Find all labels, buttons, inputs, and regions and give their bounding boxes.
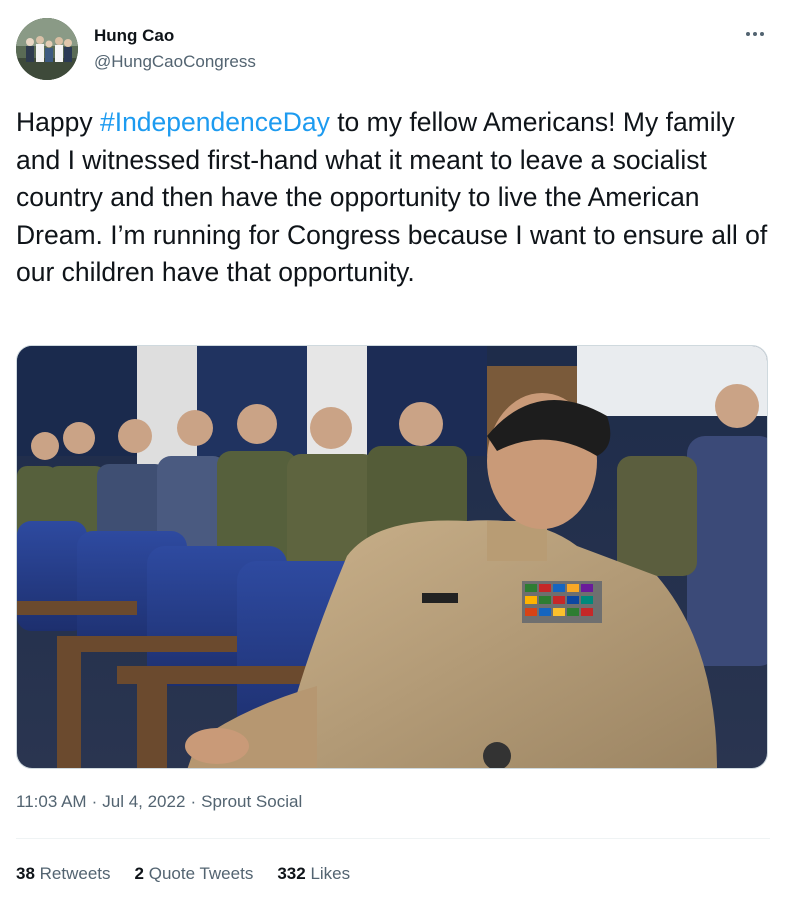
- likes-count: 332: [277, 864, 306, 883]
- tweet-meta: 11:03 AM · Jul 4, 2022 · Sprout Social: [16, 792, 302, 812]
- tweet-date[interactable]: Jul 4, 2022: [102, 792, 185, 811]
- avatar[interactable]: [16, 18, 78, 80]
- engagement-stats: 38 Retweets 2 Quote Tweets 332 Likes: [16, 864, 350, 884]
- retweets-label: Retweets: [39, 864, 111, 883]
- more-options-button[interactable]: [740, 22, 770, 46]
- quote-tweets-stat[interactable]: 2 Quote Tweets: [135, 864, 254, 884]
- meta-separator: ·: [91, 792, 98, 811]
- more-horizontal-icon: [746, 32, 750, 36]
- tweet-time[interactable]: 11:03 AM: [16, 792, 87, 811]
- likes-label: Likes: [310, 864, 351, 883]
- tweet-text: Happy #IndependenceDay to my fellow Amer…: [16, 104, 776, 292]
- quote-tweets-count: 2: [134, 864, 144, 883]
- likes-stat[interactable]: 332 Likes: [277, 864, 350, 884]
- retweets-count: 38: [16, 864, 35, 883]
- meta-separator: ·: [190, 792, 197, 811]
- tweet-source[interactable]: Sprout Social: [201, 792, 302, 811]
- retweets-stat[interactable]: 38 Retweets: [16, 864, 111, 884]
- tweet-text-prefix: Happy: [16, 107, 100, 137]
- author-name[interactable]: Hung Cao: [94, 26, 174, 46]
- divider: [16, 838, 770, 839]
- author-handle[interactable]: @HungCaoCongress: [94, 52, 256, 72]
- tweet-photo[interactable]: [16, 345, 768, 769]
- hashtag-link[interactable]: #IndependenceDay: [100, 107, 330, 137]
- quote-tweets-label: Quote Tweets: [148, 864, 254, 883]
